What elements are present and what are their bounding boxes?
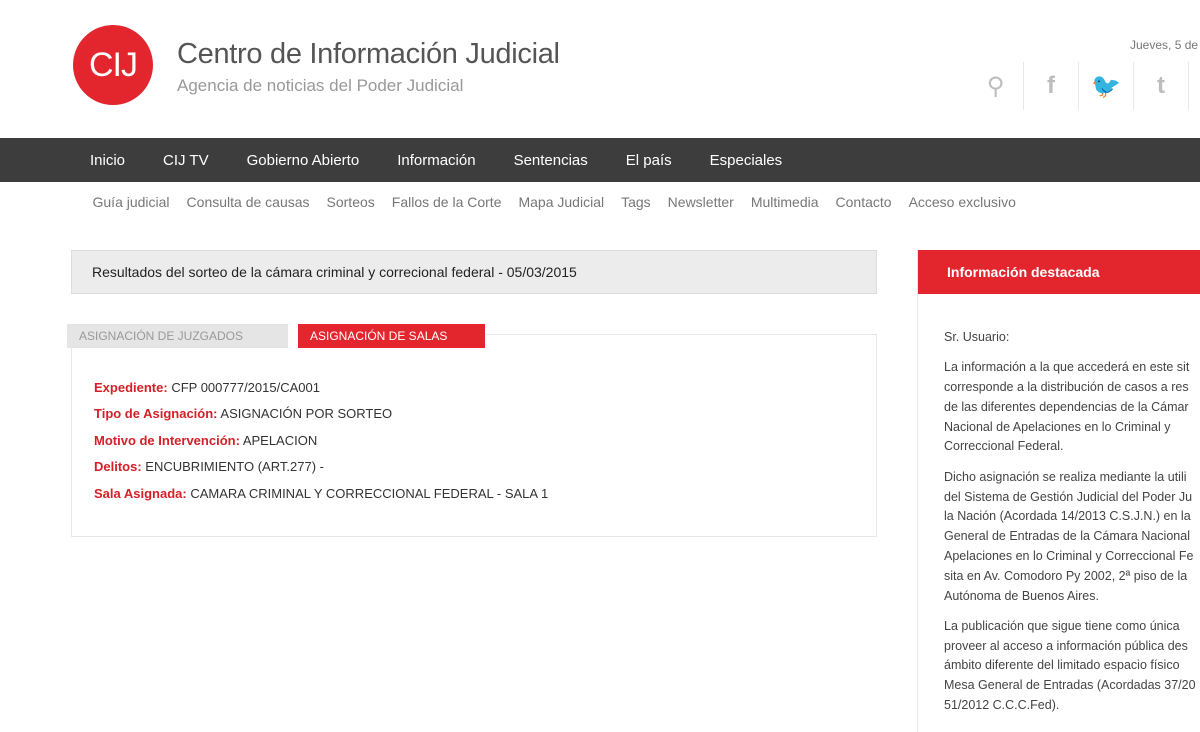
sidebar-body: Sr. Usuario: La información a la que acce…	[944, 328, 1200, 726]
assignment-panel: Expediente: CFP 000777/2015/CA001 Tipo de…	[71, 334, 877, 537]
assignment-field: Tipo de Asignación: ASIGNACIÓN POR SORTE…	[94, 406, 392, 421]
field-label: Tipo de Asignación:	[94, 406, 218, 421]
sidebar-line: General de Entradas de la Cámara Naciona…	[944, 529, 1190, 544]
current-date: Jueves, 5 de m	[1130, 38, 1200, 52]
sub-nav-item[interactable]: Contacto	[827, 194, 900, 210]
sidebar-line: La publicación que sigue tiene como únic…	[944, 618, 1180, 633]
sidebar-paragraph: La publicación que sigue tiene como únic…	[944, 617, 1200, 716]
facebook-icon[interactable]: f	[1023, 62, 1078, 110]
sidebar-paragraph: Dicho asignación se realiza mediante la …	[944, 468, 1200, 607]
sub-nav-item[interactable]: Acceso exclusivo	[900, 194, 1024, 210]
tumblr-icon[interactable]: t	[1133, 62, 1188, 110]
sub-nav-item[interactable]: Newsletter	[659, 194, 742, 210]
sub-nav: Guía judicial Consulta de causas Sorteos Fa…	[0, 182, 1200, 222]
sidebar-line: proveer al acceso a información pública …	[944, 638, 1188, 653]
field-value: CAMARA CRIMINAL Y CORRECCIONAL FEDERAL -…	[190, 486, 549, 501]
assignment-field: Delitos: ENCUBRIMIENTO (ART.277) -	[94, 459, 324, 474]
cij-logo[interactable]: CIJ	[73, 25, 153, 105]
sidebar-line: de las diferentes dependencias de la Cám…	[944, 399, 1189, 414]
assignment-field: Motivo de Intervención: APELACION	[94, 433, 317, 448]
sidebar-heading: Información destacada	[918, 250, 1200, 294]
site-title[interactable]: Centro de Información Judicial	[177, 38, 560, 71]
sub-nav-item[interactable]: Mapa Judicial	[510, 194, 613, 210]
field-label: Sala Asignada:	[94, 486, 187, 501]
sub-nav-item[interactable]: Consulta de causas	[178, 194, 318, 210]
sidebar-line: sita en Av. Comodoro Py 2002, 2ª piso de…	[944, 568, 1188, 583]
field-value: ENCUBRIMIENTO (ART.277) -	[145, 459, 324, 474]
sidebar-paragraph: La información a la que accederá en este…	[944, 358, 1200, 457]
sidebar-line: Dicho asignación se realiza mediante la …	[944, 469, 1187, 484]
field-value: APELACION	[242, 433, 318, 448]
sidebar-paragraph: Sr. Usuario:	[944, 328, 1200, 348]
sub-nav-item[interactable]: Multimedia	[742, 194, 827, 210]
site-subtitle: Agencia de noticias del Poder Judicial	[177, 76, 464, 95]
sub-nav-item[interactable]: Fallos de la Corte	[383, 194, 510, 210]
field-value: ASIGNACIÓN POR SORTEO	[220, 406, 393, 421]
assignment-field: Sala Asignada: CAMARA CRIMINAL Y CORRECC…	[94, 486, 548, 501]
field-label: Expediente:	[94, 380, 168, 395]
sub-nav-item[interactable]: Sorteos	[318, 194, 383, 210]
main-nav-item[interactable]: El país	[607, 152, 691, 169]
main-nav-item[interactable]: Sentencias	[495, 152, 607, 169]
sidebar-line: Sr. Usuario:	[944, 330, 1010, 344]
more-icon[interactable]: (	[1188, 62, 1200, 110]
social-icons: ⚲f🐦t(	[968, 62, 1200, 110]
field-value: CFP 000777/2015/CA001	[171, 380, 320, 395]
sidebar: Información destacada Sr. Usuario: La inf…	[917, 250, 1200, 732]
sidebar-line: del Sistema de Gestión Judicial del Pode…	[944, 489, 1193, 504]
sidebar-line: La información a la que accederá en este…	[944, 360, 1190, 375]
sidebar-line: 51/2012 C.C.C.Fed).	[944, 698, 1060, 713]
sidebar-line: Mesa General de Entradas (Acordadas 37/2…	[944, 678, 1196, 693]
sidebar-line: corresponde a la distribución de casos a…	[944, 380, 1189, 395]
main-nav: Inicio CIJ TV Gobierno Abierto Información S…	[0, 138, 1200, 182]
assignment-field: Expediente: CFP 000777/2015/CA001	[94, 380, 320, 395]
sidebar-line: ámbito diferente del limitado espacio fí…	[944, 658, 1180, 673]
sidebar-line: Correccional Federal.	[944, 439, 1064, 454]
page-title: Resultados del sorteo de la cámara crimi…	[71, 250, 877, 294]
sidebar-line: Autónoma de Buenos Aires.	[944, 588, 1099, 603]
search-icon[interactable]: ⚲	[968, 62, 1023, 110]
field-label: Delitos:	[94, 459, 142, 474]
site-header: CIJ Centro de Información Judicial Agenc…	[0, 0, 1200, 138]
main-nav-item[interactable]: Gobierno Abierto	[228, 152, 379, 169]
sub-nav-item[interactable]: Tags	[613, 194, 660, 210]
twitter-icon[interactable]: 🐦	[1078, 62, 1133, 110]
sidebar-line: Nacional de Apelaciones en lo Criminal y	[944, 419, 1171, 434]
sub-nav-item[interactable]: Guía judicial	[84, 194, 178, 210]
field-label: Motivo de Intervención:	[94, 433, 240, 448]
sidebar-line: la Nación (Acordada 14/2013 C.S.J.N.) en…	[944, 509, 1191, 524]
main-nav-item[interactable]: Información	[378, 152, 494, 169]
main-nav-item[interactable]: Especiales	[691, 152, 802, 169]
main-nav-item[interactable]: Inicio	[71, 152, 144, 169]
sidebar-line: Apelaciones en lo Criminal y Correcciona…	[944, 548, 1194, 563]
main-nav-item[interactable]: CIJ TV	[144, 152, 228, 169]
